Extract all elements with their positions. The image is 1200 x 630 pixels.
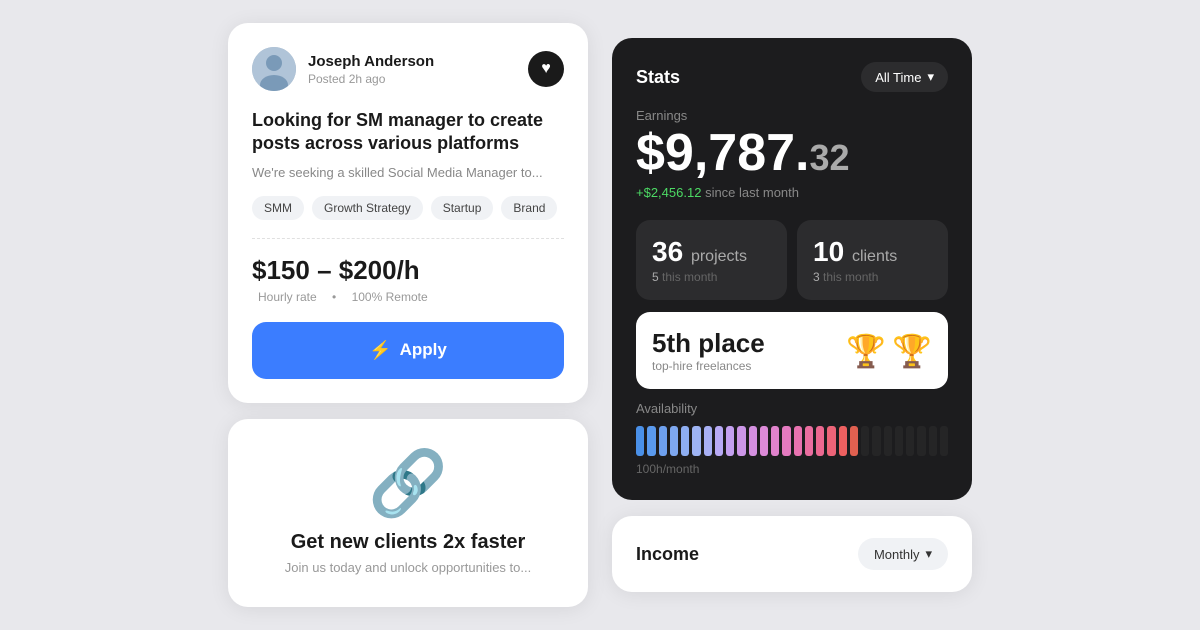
availability-bar xyxy=(816,426,824,456)
availability-bar xyxy=(884,426,892,456)
projects-count: 36 projects xyxy=(652,236,771,268)
remote-label: 100% Remote xyxy=(352,290,428,304)
rate-detail: Hourly rate • 100% Remote xyxy=(252,290,564,304)
tag-brand: Brand xyxy=(501,196,557,220)
clients-sub-label: this month xyxy=(823,270,878,284)
clients-count: 10 clients xyxy=(813,236,932,268)
rank-icons: 🏆 🏆 xyxy=(846,332,932,370)
availability-bar xyxy=(659,426,667,456)
user-name: Joseph Anderson xyxy=(308,53,434,70)
monthly-button[interactable]: Monthly ▾ xyxy=(858,538,948,570)
avatar xyxy=(252,47,296,91)
job-card: Joseph Anderson Posted 2h ago ♥ Looking … xyxy=(228,23,588,403)
availability-bar xyxy=(670,426,678,456)
job-card-header: Joseph Anderson Posted 2h ago ♥ xyxy=(252,47,564,91)
stats-grid: 36 projects 5 this month 10 clients 3 th… xyxy=(636,220,948,300)
bolt-icon: ⚡ xyxy=(369,340,391,361)
tag-growth: Growth Strategy xyxy=(312,196,423,220)
job-description: We're seeking a skilled Social Media Man… xyxy=(252,164,564,182)
heart-button[interactable]: ♥ xyxy=(528,51,564,87)
chevron-down-icon: ▾ xyxy=(927,69,934,85)
clients-label: clients xyxy=(852,248,897,265)
availability-bar xyxy=(726,426,734,456)
projects-stat: 36 projects 5 this month xyxy=(636,220,787,300)
earnings-label: Earnings xyxy=(636,108,948,123)
availability-bar xyxy=(794,426,802,456)
chain-icon: 🔗 xyxy=(368,451,448,515)
availability-label: Availability xyxy=(636,401,948,416)
clients-stat: 10 clients 3 this month xyxy=(797,220,948,300)
tag-startup: Startup xyxy=(431,196,494,220)
availability-bar xyxy=(861,426,869,456)
all-time-label: All Time xyxy=(875,70,921,85)
dot-separator: • xyxy=(332,290,336,304)
availability-bar xyxy=(647,426,655,456)
income-title: Income xyxy=(636,544,699,565)
availability-bar xyxy=(850,426,858,456)
rank-info: 5th place top-hire freelances xyxy=(652,328,765,373)
user-details: Joseph Anderson Posted 2h ago xyxy=(308,53,434,86)
availability-bar xyxy=(917,426,925,456)
rate-type: Hourly rate xyxy=(258,290,317,304)
availability-bar xyxy=(940,426,948,456)
availability-bar xyxy=(704,426,712,456)
user-info: Joseph Anderson Posted 2h ago xyxy=(252,47,434,91)
apply-button[interactable]: ⚡ Apply xyxy=(252,322,564,379)
trophy-icon-2: 🏆 xyxy=(892,332,932,370)
projects-label: projects xyxy=(691,248,747,265)
clients-title: Get new clients 2x faster xyxy=(291,531,526,554)
availability-bar xyxy=(749,426,757,456)
availability-bar xyxy=(771,426,779,456)
availability-bar xyxy=(760,426,768,456)
availability-bar xyxy=(827,426,835,456)
availability-bar xyxy=(715,426,723,456)
availability-bar xyxy=(872,426,880,456)
trophy-icon-1: 🏆 xyxy=(846,332,886,370)
clients-sub: 3 this month xyxy=(813,270,932,284)
earnings-cents: 32 xyxy=(810,137,850,178)
clients-card: 🔗 Get new clients 2x faster Join us toda… xyxy=(228,419,588,607)
income-card: Income Monthly ▾ xyxy=(612,516,972,592)
since-label: since last month xyxy=(705,185,799,200)
apply-label: Apply xyxy=(400,340,447,360)
projects-sub-count: 5 xyxy=(652,270,659,284)
tags-container: SMM Growth Strategy Startup Brand xyxy=(252,196,564,220)
availability-bar xyxy=(929,426,937,456)
stats-header: Stats All Time ▾ xyxy=(636,62,948,92)
earnings-since: +$2,456.12 since last month xyxy=(636,185,948,200)
availability-bar xyxy=(737,426,745,456)
rank-place: 5th place xyxy=(652,328,765,359)
stats-card: Stats All Time ▾ Earnings $9,787.32 +$2,… xyxy=(612,38,972,500)
posted-time: Posted 2h ago xyxy=(308,72,434,86)
availability-bar xyxy=(906,426,914,456)
monthly-label: Monthly xyxy=(874,547,920,562)
availability-sub: 100h/month xyxy=(636,462,948,476)
tag-smm: SMM xyxy=(252,196,304,220)
rank-description: top-hire freelances xyxy=(652,359,765,373)
earnings-amount: $9,787.32 xyxy=(636,127,948,179)
projects-sub: 5 this month xyxy=(652,270,771,284)
availability-bar xyxy=(895,426,903,456)
job-title: Looking for SM manager to create posts a… xyxy=(252,109,564,156)
availability-bar xyxy=(782,426,790,456)
clients-subtitle: Join us today and unlock opportunities t… xyxy=(285,560,531,575)
chevron-down-icon: ▾ xyxy=(925,546,932,562)
since-amount: +$2,456.12 xyxy=(636,185,701,200)
projects-sub-label: this month xyxy=(662,270,717,284)
availability-bar xyxy=(681,426,689,456)
earnings-main: $9,787. xyxy=(636,124,810,182)
availability-bar xyxy=(636,426,644,456)
divider xyxy=(252,238,564,239)
rate: $150 – $200/h xyxy=(252,255,564,286)
availability-bar xyxy=(839,426,847,456)
availability-bars xyxy=(636,426,948,456)
availability-bar xyxy=(805,426,813,456)
rank-card: 5th place top-hire freelances 🏆 🏆 xyxy=(636,312,948,389)
clients-sub-count: 3 xyxy=(813,270,820,284)
availability-bar xyxy=(692,426,700,456)
stats-title: Stats xyxy=(636,67,680,88)
all-time-button[interactable]: All Time ▾ xyxy=(861,62,948,92)
